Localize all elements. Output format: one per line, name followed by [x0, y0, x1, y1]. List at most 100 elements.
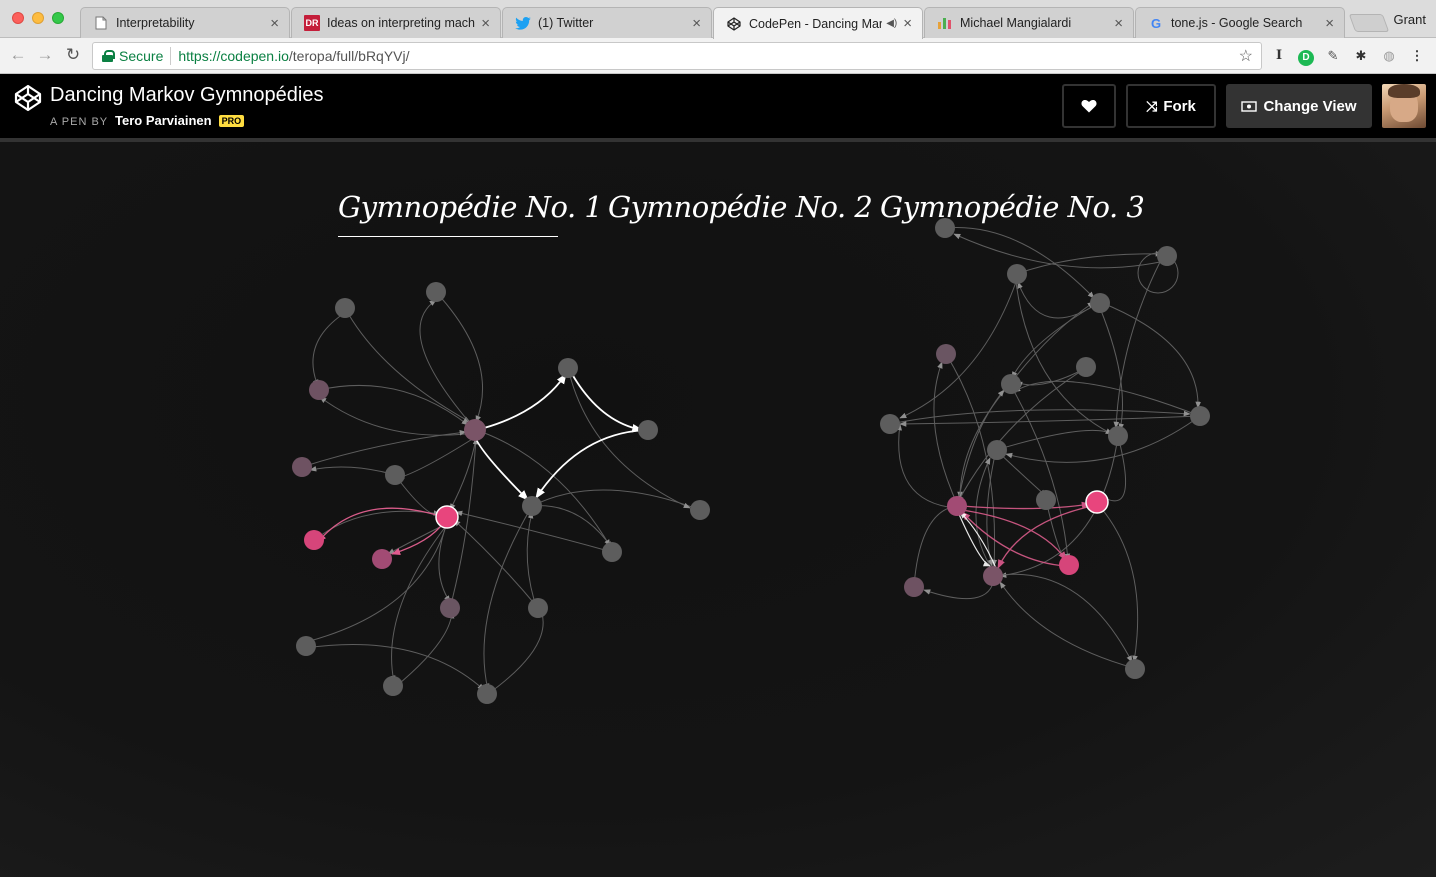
tab-close-icon[interactable]: ×: [270, 16, 279, 31]
author-link[interactable]: Tero Parviainen: [115, 113, 212, 128]
tab-close-icon[interactable]: ×: [692, 16, 701, 31]
lock-icon: [102, 50, 115, 62]
graph-node: [477, 684, 497, 704]
bookmark-star-icon[interactable]: ☆: [1239, 46, 1253, 66]
user-avatar[interactable]: [1382, 84, 1426, 128]
browser-tab-codepen[interactable]: CodePen - Dancing Mar ◀) ×: [713, 7, 923, 39]
graph-node: [1190, 406, 1210, 426]
graph-node: [464, 419, 486, 441]
fork-label: Fork: [1163, 97, 1196, 115]
graph-node: [936, 344, 956, 364]
graph-node: [1108, 426, 1128, 446]
forward-icon[interactable]: →: [35, 45, 55, 65]
codepen-logo-icon[interactable]: [14, 84, 42, 112]
markov-graph-3: [880, 218, 1210, 679]
back-icon[interactable]: ←: [8, 45, 28, 65]
graph-node: [304, 530, 324, 550]
pen-output-stage: Gymnopédie No. 1 Gymnopédie No. 2 Gymnop…: [0, 142, 1436, 877]
graph-node: [522, 496, 542, 516]
graph-node: [1001, 374, 1021, 394]
graph-node: [947, 496, 967, 516]
markov-graph-1: [292, 282, 710, 704]
eye-icon: [1241, 100, 1258, 112]
secure-label: Secure: [119, 48, 164, 64]
graph-node: [1076, 357, 1096, 377]
heart-button[interactable]: [1062, 84, 1116, 128]
heart-icon: [1081, 99, 1097, 113]
graph-node: [1125, 659, 1145, 679]
reload-icon[interactable]: ↻: [63, 45, 83, 65]
browser-tab-twitter[interactable]: (1) Twitter ×: [502, 7, 712, 38]
extension-gray-icon[interactable]: ◍: [1380, 47, 1398, 65]
graph-node: [309, 380, 329, 400]
tab-title: Michael Mangialardi: [960, 16, 1072, 30]
speaker-icon[interactable]: ◀): [886, 18, 897, 29]
page-icon: [93, 15, 109, 31]
maximize-window-button[interactable]: [52, 12, 64, 24]
graph-node: [292, 457, 312, 477]
graph-node-active: [435, 505, 459, 529]
pen-byline: A PEN BY Tero Parviainen PRO: [50, 113, 245, 128]
tab-close-icon[interactable]: ×: [1325, 16, 1334, 31]
pen-title: Dancing Markov Gymnopédies: [50, 84, 324, 106]
tab-title: Interpretability: [116, 16, 195, 30]
tab-close-icon[interactable]: ×: [1114, 16, 1123, 31]
markov-graphs: [292, 218, 1210, 704]
graph-node-active: [1085, 490, 1109, 514]
extension-bug-icon[interactable]: ✱: [1352, 47, 1370, 65]
graph-node: [935, 218, 955, 238]
fork-icon: ⤨: [1146, 97, 1158, 114]
tab-title: Ideas on interpreting machi: [327, 16, 476, 30]
graph-node: [440, 598, 460, 618]
graph-node: [987, 440, 1007, 460]
codepen-icon: [726, 16, 742, 32]
graph-node: [296, 636, 316, 656]
menu-dots-icon[interactable]: ⋮: [1408, 47, 1426, 65]
browser-tab-tonejs[interactable]: G tone.js - Google Search ×: [1135, 7, 1345, 38]
url-path: /teropa/full/bRqYVj/: [288, 48, 410, 64]
graph-node: [385, 465, 405, 485]
extension-pin-icon[interactable]: ✎: [1324, 47, 1342, 65]
by-label: A PEN BY: [50, 116, 108, 128]
pro-badge: PRO: [218, 115, 245, 127]
twitter-icon: [515, 15, 531, 31]
graph-node: [1157, 246, 1177, 266]
chart-icon: [937, 15, 953, 31]
url-host: https://codepen.io: [178, 48, 289, 64]
profile-name[interactable]: Grant: [1393, 12, 1426, 27]
graph-node: [1007, 264, 1027, 284]
google-icon: G: [1150, 15, 1162, 31]
graph-node: [335, 298, 355, 318]
extension-green-icon[interactable]: D: [1297, 47, 1315, 66]
graph-node: [880, 414, 900, 434]
new-tab-button[interactable]: [1348, 14, 1390, 32]
graph-node: [638, 420, 658, 440]
change-view-button[interactable]: Change View: [1226, 84, 1372, 128]
change-view-label: Change View: [1263, 97, 1357, 115]
tab-close-icon[interactable]: ×: [481, 16, 490, 31]
graph-node: [1059, 555, 1079, 575]
browser-toolbar: ← → ↻ Secure https://codepen.io/teropa/f…: [0, 38, 1436, 74]
tab-title: CodePen - Dancing Mar: [749, 16, 883, 31]
graph-node: [558, 358, 578, 378]
browser-tab-bar: Interpretability × DR Ideas on interpret…: [0, 0, 1436, 39]
graph-node: [1036, 490, 1056, 510]
dr-icon: DR: [304, 15, 320, 31]
graph-node: [904, 577, 924, 597]
graph-node: [983, 566, 1003, 586]
graph-node: [690, 500, 710, 520]
graph-node: [602, 542, 622, 562]
close-window-button[interactable]: [12, 12, 24, 24]
browser-tab-michael[interactable]: Michael Mangialardi ×: [924, 7, 1134, 38]
minimize-window-button[interactable]: [32, 12, 44, 24]
browser-tab-interpretability[interactable]: Interpretability ×: [80, 7, 290, 38]
tab-close-icon[interactable]: ×: [903, 16, 912, 31]
tab-title: tone.js - Google Search: [1171, 16, 1303, 30]
graph-node: [426, 282, 446, 302]
graph-node: [528, 598, 548, 618]
fork-button[interactable]: ⤨ Fork: [1126, 84, 1216, 128]
extension-i-icon[interactable]: I: [1270, 47, 1288, 65]
graph-node: [372, 549, 392, 569]
address-bar[interactable]: Secure https://codepen.io/teropa/full/bR…: [92, 42, 1262, 70]
browser-tab-ideas[interactable]: DR Ideas on interpreting machi ×: [291, 7, 501, 38]
